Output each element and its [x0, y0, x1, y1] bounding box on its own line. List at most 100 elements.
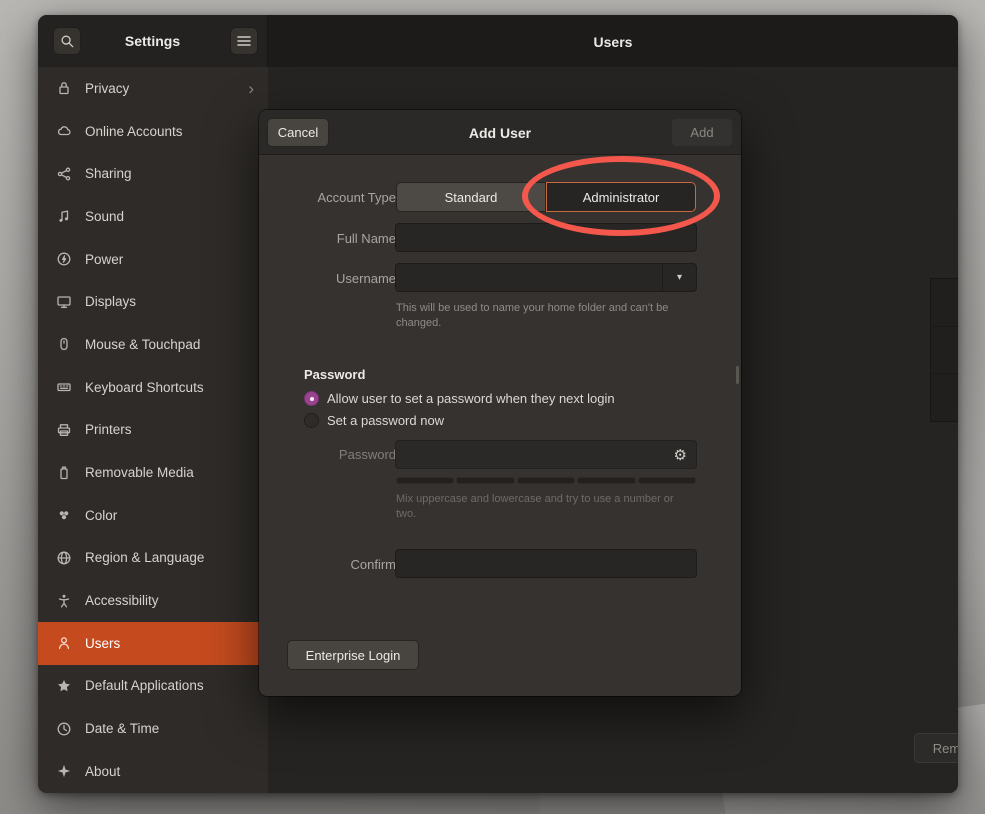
sidebar-item-label: Removable Media [85, 465, 194, 480]
password-row[interactable]: ••••• › [931, 279, 958, 327]
sidebar-item-label: Users [85, 636, 120, 651]
sidebar-item-removable-media[interactable]: Removable Media [38, 451, 268, 494]
sidebar-item-sound[interactable]: Sound [38, 195, 268, 238]
logged-in-row[interactable]: ged in › [931, 374, 958, 422]
username-dropdown-button[interactable]: ▾ [662, 264, 696, 291]
full-name-label: Full Name [266, 231, 396, 246]
sidebar-item-sharing[interactable]: Sharing [38, 152, 268, 195]
chevron-down-icon: ▾ [677, 272, 682, 283]
sidebar-item-date-time[interactable]: Date & Time [38, 707, 268, 750]
content-headerbar: Users Add User... – × [268, 15, 958, 67]
color-icon [55, 507, 72, 524]
dialog-headerbar: Cancel Add User Add [259, 110, 741, 155]
headerbar: Settings Users Add User... – × [38, 15, 958, 67]
password-strength-meter [396, 477, 696, 484]
sparkle-icon [55, 763, 72, 780]
accessibility-icon [55, 592, 72, 609]
chevron-right-icon: › [248, 80, 254, 97]
page-title: Users [268, 34, 958, 50]
administrator-option-button[interactable]: Administrator [546, 182, 696, 212]
removable-media-icon [55, 464, 72, 481]
automatic-login-row[interactable] [931, 327, 958, 375]
sidebar-item-label: Default Applications [85, 678, 204, 693]
dialog-scrollbar[interactable] [736, 366, 739, 384]
settings-window: ✎ ••••• › ged in › Remove User... [38, 15, 958, 793]
sidebar-item-label: Printers [85, 422, 132, 437]
sidebar-item-label: Region & Language [85, 550, 204, 565]
radio-set-now-label: Set a password now [327, 413, 444, 428]
standard-option-button[interactable]: Standard [396, 182, 546, 212]
sidebar-item-default-applications[interactable]: Default Applications [38, 665, 268, 708]
account-settings-panel: ••••• › ged in › [930, 278, 958, 422]
strength-segment [577, 477, 635, 484]
radio-next-login-label: Allow user to set a password when they n… [327, 391, 615, 406]
radio-set-now-row[interactable]: Set a password now [304, 413, 444, 428]
radio-unselected-icon[interactable] [304, 413, 319, 428]
sidebar-item-mouse-touchpad[interactable]: Mouse & Touchpad [38, 323, 268, 366]
sidebar-item-label: Sharing [85, 166, 132, 181]
sidebar-item-label: Privacy [85, 81, 129, 96]
add-button[interactable]: Add [671, 118, 733, 147]
sidebar-item-label: Online Accounts [85, 124, 183, 139]
users-icon [55, 635, 72, 652]
sidebar-item-privacy[interactable]: Privacy › [38, 67, 268, 110]
sidebar-item-color[interactable]: Color [38, 494, 268, 537]
sidebar-item-label: Power [85, 252, 123, 267]
sidebar-item-label: About [85, 764, 120, 779]
sidebar-item-displays[interactable]: Displays [38, 280, 268, 323]
radio-next-login-row[interactable]: Allow user to set a password when they n… [304, 391, 615, 406]
sidebar-item-label: Date & Time [85, 721, 159, 736]
remove-user-button[interactable]: Remove User... [914, 733, 958, 763]
strength-segment [517, 477, 575, 484]
sidebar-headerbar: Settings [38, 15, 268, 67]
clock-icon [55, 720, 72, 737]
mouse-icon [55, 336, 72, 353]
account-type-label: Account Type [266, 190, 396, 205]
strength-segment [456, 477, 514, 484]
account-type-toggle: Standard Administrator [396, 182, 696, 212]
sidebar-item-about[interactable]: About [38, 750, 268, 793]
menu-button[interactable] [230, 27, 258, 55]
password-section-title: Password [304, 367, 365, 382]
full-name-input[interactable] [395, 223, 697, 252]
sidebar-item-power[interactable]: Power [38, 238, 268, 281]
sidebar: Privacy › Online Accounts Sharing Sound [38, 67, 268, 793]
generate-password-icon[interactable]: ⚙ [674, 446, 687, 464]
strength-segment [396, 477, 454, 484]
hamburger-icon [237, 35, 251, 47]
strength-segment [638, 477, 696, 484]
sidebar-item-printers[interactable]: Printers [38, 409, 268, 452]
username-combo-input[interactable]: ▾ [395, 263, 697, 292]
username-label: Username [266, 271, 396, 286]
lock-icon [55, 80, 72, 97]
sidebar-item-online-accounts[interactable]: Online Accounts [38, 110, 268, 153]
sidebar-item-users[interactable]: Users [38, 622, 268, 665]
sidebar-item-region-language[interactable]: Region & Language [38, 537, 268, 580]
dialog-title: Add User [259, 125, 741, 141]
password-label: Password [266, 447, 396, 462]
sidebar-item-label: Color [85, 508, 117, 523]
printer-icon [55, 421, 72, 438]
cloud-icon [55, 123, 72, 140]
sidebar-item-label: Keyboard Shortcuts [85, 380, 204, 395]
keyboard-icon [55, 379, 72, 396]
star-icon [55, 677, 72, 694]
password-input[interactable]: ⚙ [395, 440, 697, 469]
radio-selected-icon[interactable] [304, 391, 319, 406]
add-user-dialog: Cancel Add User Add Account Type Standar… [259, 110, 741, 696]
sidebar-item-label: Displays [85, 294, 136, 309]
sidebar-item-label: Mouse & Touchpad [85, 337, 200, 352]
enterprise-login-button[interactable]: Enterprise Login [287, 640, 419, 670]
confirm-input[interactable] [395, 549, 697, 578]
password-hint-text: Mix uppercase and lowercase and try to u… [396, 492, 688, 523]
share-icon [55, 165, 72, 182]
music-note-icon [55, 208, 72, 225]
sidebar-item-accessibility[interactable]: Accessibility [38, 579, 268, 622]
sidebar-item-keyboard-shortcuts[interactable]: Keyboard Shortcuts [38, 366, 268, 409]
sidebar-item-label: Accessibility [85, 593, 159, 608]
power-icon [55, 251, 72, 268]
sidebar-item-label: Sound [85, 209, 124, 224]
display-icon [55, 293, 72, 310]
globe-icon [55, 549, 72, 566]
confirm-label: Confirm [266, 557, 396, 572]
